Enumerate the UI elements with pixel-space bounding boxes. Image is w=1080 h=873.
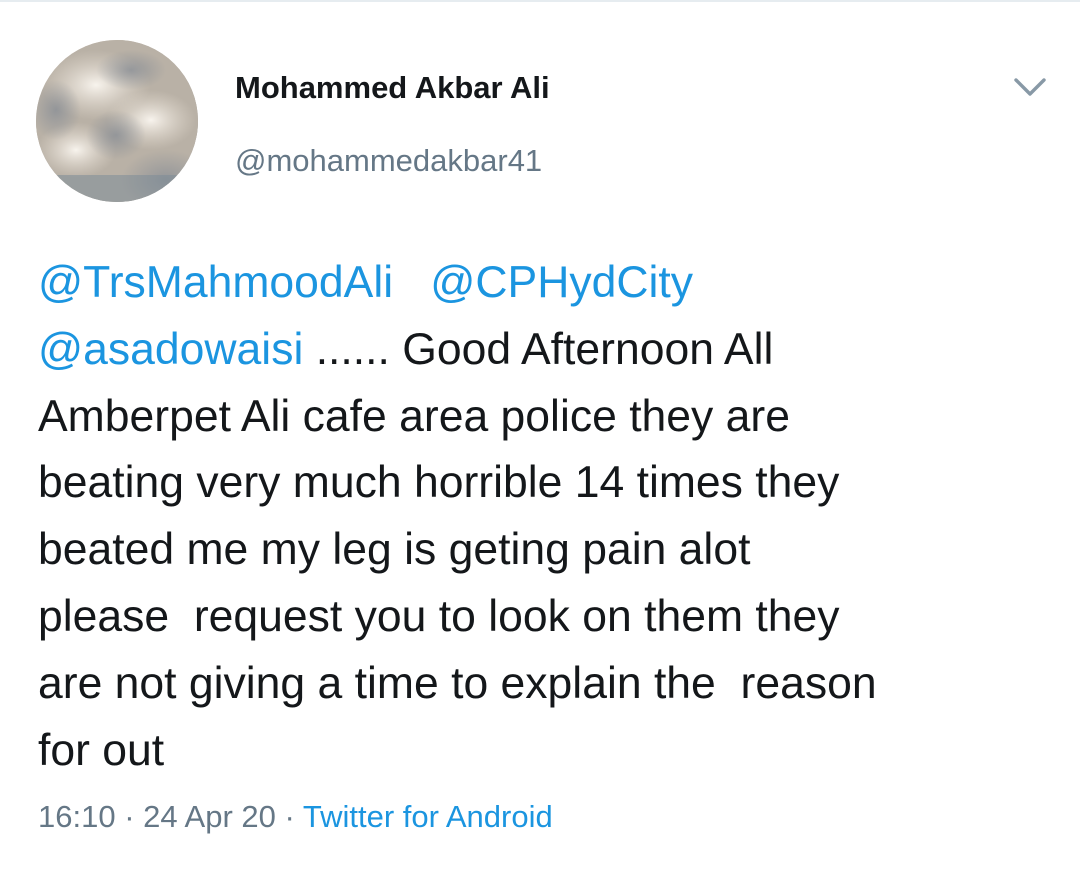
mention-link[interactable]: @TrsMahmoodAli: [38, 258, 393, 307]
avatar-sky-image: [36, 40, 198, 202]
tweet-line: @asadowaisi ...... Good Afternoon All: [38, 317, 1048, 384]
tweet-detail: Mohammed Akbar Ali @mohammedakbar41 @Trs…: [0, 0, 1080, 873]
separator-dot: ·: [275, 799, 303, 834]
author-display-name[interactable]: Mohammed Akbar Ali: [235, 70, 550, 106]
mention-link[interactable]: @CPHydCity: [430, 258, 693, 307]
tweet-line: beating very much horrible 14 times they: [38, 458, 840, 508]
tweet-date[interactable]: 24 Apr 20: [143, 799, 276, 834]
tweet-time[interactable]: 16:10: [38, 799, 116, 834]
tweet-line: are not giving a time to explain the rea…: [38, 658, 877, 708]
tweet-line: @TrsMahmoodAli @CPHydCity: [38, 250, 1048, 317]
tweet-line: Amberpet Ali cafe area police they are: [38, 391, 790, 441]
mention-link[interactable]: @asadowaisi: [38, 325, 303, 374]
tweet-line-text: ...... Good Afternoon All: [303, 324, 774, 374]
separator-dot: ·: [115, 799, 144, 834]
tweet-line: beated me my leg is geting pain alot: [38, 525, 751, 575]
tweet-line: please request you to look on them they: [38, 591, 840, 641]
tweet-source-link[interactable]: Twitter for Android: [303, 799, 553, 834]
tweet-text: @TrsMahmoodAli @CPHydCity @asadowaisi ...…: [38, 250, 1048, 784]
author-handle[interactable]: @mohammedakbar41: [235, 143, 542, 179]
divider: [0, 0, 1080, 2]
chevron-down-icon[interactable]: [1012, 74, 1048, 100]
tweet-meta: 16:10 · 24 Apr 20 · Twitter for Android: [38, 797, 553, 837]
avatar[interactable]: [36, 40, 198, 202]
tweet-line: for out: [38, 725, 165, 775]
